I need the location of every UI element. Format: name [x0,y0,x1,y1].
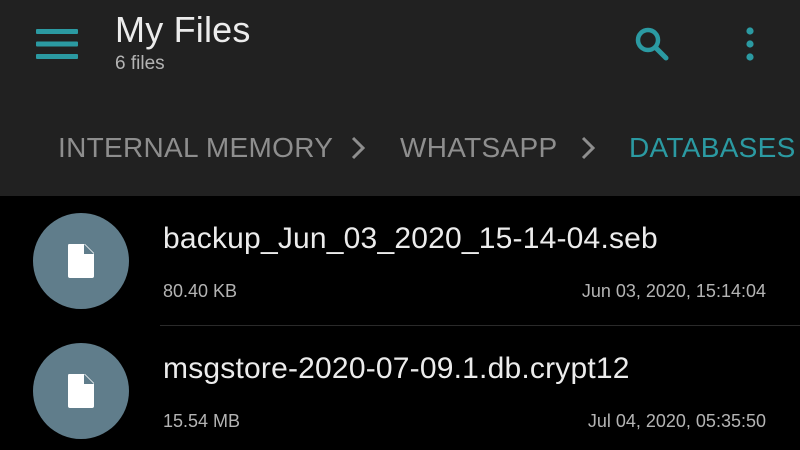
page-title: My Files [115,9,251,50]
file-date: Jun 03, 2020, 15:14:04 [581,281,766,301]
more-options-button[interactable] [728,20,772,68]
file-list: backup_Jun_03_2020_15-14-04.seb 80.40 KB… [0,196,800,450]
chevron-right-icon [576,130,600,166]
document-icon [68,374,94,408]
file-name: msgstore-2020-07-09.1.db.crypt12 [163,352,630,385]
file-size: 15.54 MB [163,411,241,431]
file-name: backup_Jun_03_2020_15-14-04.seb [163,222,658,255]
file-date: Jul 04, 2020, 05:35:50 [587,411,766,431]
breadcrumb-item-databases[interactable]: DATABASES [629,128,796,168]
document-icon [68,244,94,278]
more-vertical-icon [746,27,754,61]
menu-button[interactable] [22,20,92,68]
breadcrumb-item-whatsapp[interactable]: WHATSAPP [400,128,557,168]
app-toolbar: My Files 6 files INTERNAL MEMORY WHATSAP… [0,0,800,196]
file-manager-app: My Files 6 files INTERNAL MEMORY WHATSAP… [0,0,800,450]
breadcrumb: INTERNAL MEMORY WHATSAPP DATABASES [0,120,800,176]
file-avatar [33,213,129,309]
file-row[interactable]: msgstore-2020-07-09.1.db.crypt12 15.54 M… [0,326,800,450]
file-row[interactable]: backup_Jun_03_2020_15-14-04.seb 80.40 KB… [0,196,800,326]
file-count: 6 files [115,53,165,74]
file-size: 80.40 KB [163,281,238,301]
breadcrumb-item-internal-memory[interactable]: INTERNAL MEMORY [58,128,333,168]
search-icon [635,27,669,61]
title-block: My Files 6 files [115,8,251,76]
search-button[interactable] [628,20,676,68]
chevron-right-icon [346,130,370,166]
file-avatar [33,343,129,439]
hamburger-menu-icon [36,29,78,59]
